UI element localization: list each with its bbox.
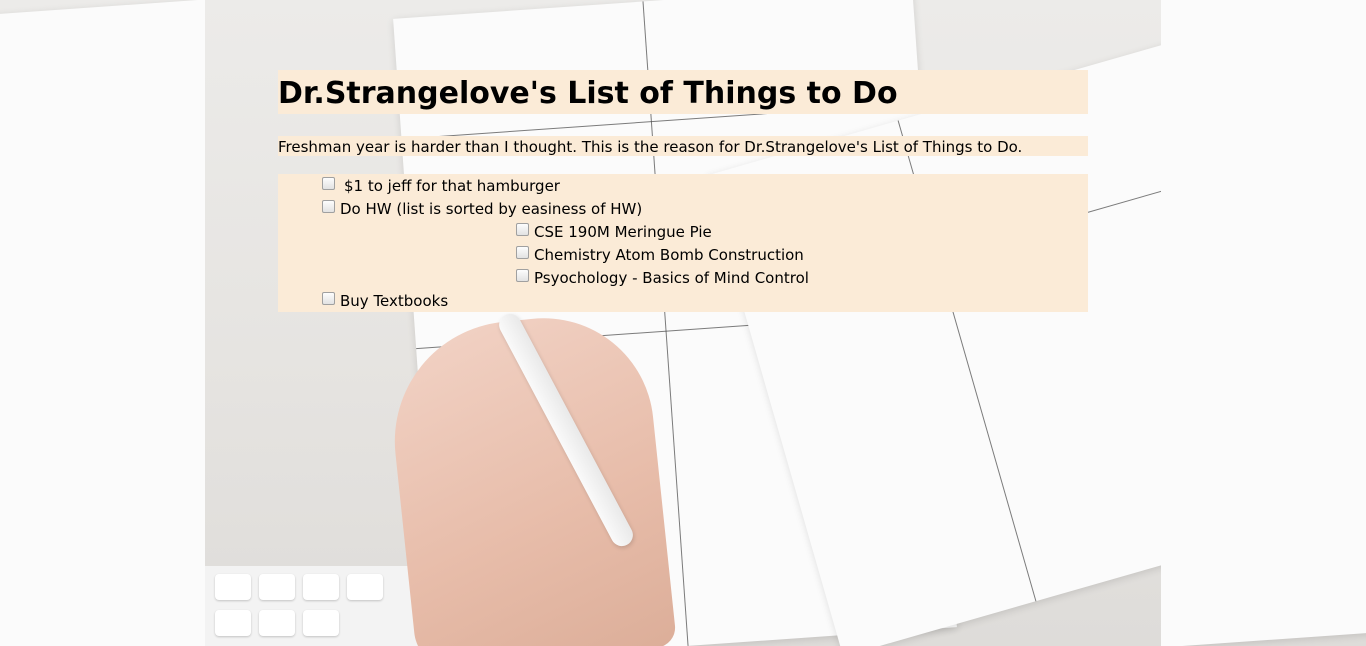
todo-subitem[interactable]: CSE 190M Meringue Pie bbox=[516, 220, 712, 243]
page-description: Freshman year is harder than I thought. … bbox=[278, 136, 1088, 156]
todo-item[interactable]: Buy Textbooks bbox=[322, 289, 448, 312]
todo-item-label: Psyochology - Basics of Mind Control bbox=[534, 268, 809, 287]
todo-checkbox[interactable] bbox=[322, 200, 335, 213]
todo-item-label: CSE 190M Meringue Pie bbox=[534, 222, 712, 241]
todo-item[interactable]: $1 to jeff for that hamburger bbox=[322, 174, 560, 197]
background-tile-left bbox=[0, 0, 205, 646]
page-title: Dr.Strangelove's List of Things to Do bbox=[278, 76, 898, 111]
todo-checkbox[interactable] bbox=[322, 292, 335, 305]
todo-checkbox[interactable] bbox=[516, 223, 529, 236]
todo-list: $1 to jeff for that hamburger Do HW (lis… bbox=[278, 174, 1088, 312]
todo-item-label: $1 to jeff for that hamburger bbox=[344, 176, 560, 195]
todo-item-label: Do HW (list is sorted by easiness of HW) bbox=[340, 199, 643, 218]
todo-checkbox[interactable] bbox=[322, 177, 335, 190]
main-content: Dr.Strangelove's List of Things to Do Fr… bbox=[278, 70, 1088, 312]
todo-checkbox[interactable] bbox=[516, 269, 529, 282]
todo-item[interactable]: Do HW (list is sorted by easiness of HW) bbox=[322, 197, 642, 220]
planner-page bbox=[1161, 0, 1366, 646]
todo-item-label: Buy Textbooks bbox=[340, 291, 449, 310]
todo-item-label: Chemistry Atom Bomb Construction bbox=[534, 245, 804, 264]
planner-page bbox=[0, 0, 205, 646]
title-bar: Dr.Strangelove's List of Things to Do bbox=[278, 70, 1088, 114]
background-tile-right bbox=[1161, 0, 1366, 646]
todo-subitem[interactable]: Psyochology - Basics of Mind Control bbox=[516, 266, 809, 289]
todo-checkbox[interactable] bbox=[516, 246, 529, 259]
todo-subitem[interactable]: Chemistry Atom Bomb Construction bbox=[516, 243, 804, 266]
